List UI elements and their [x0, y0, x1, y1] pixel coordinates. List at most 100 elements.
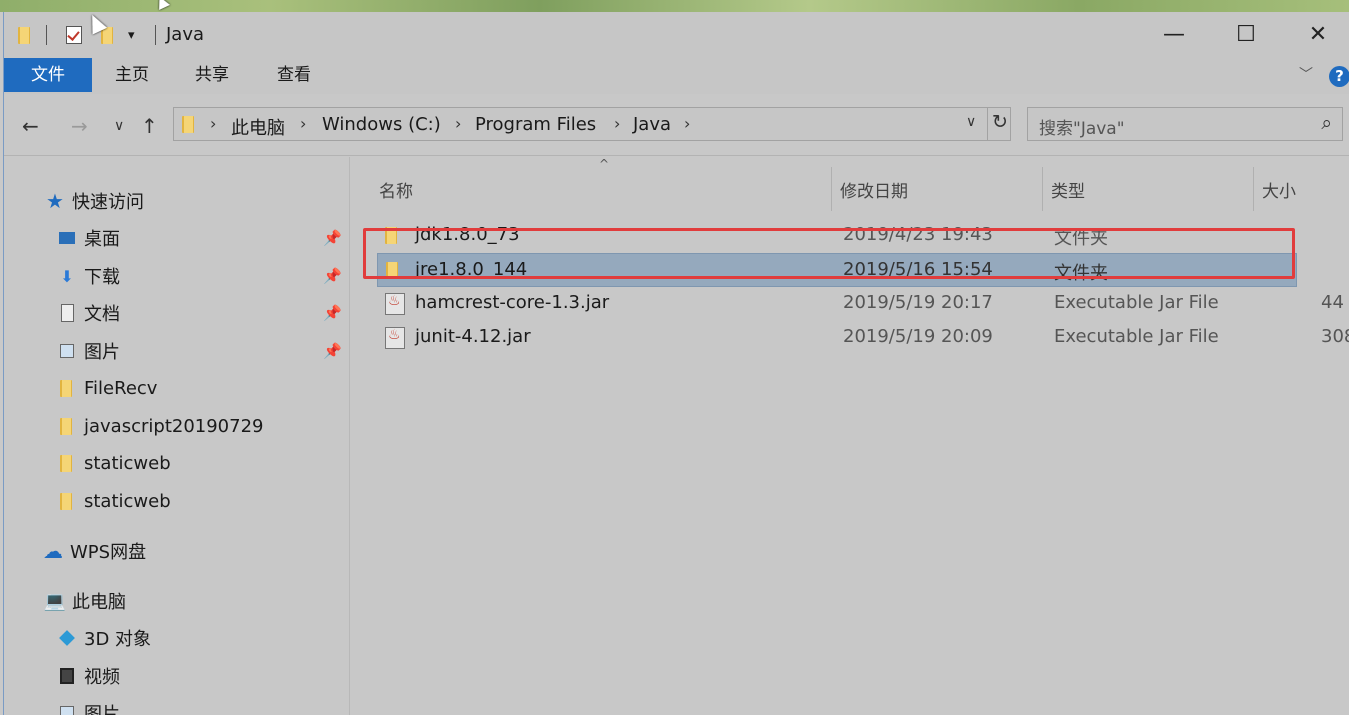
breadcrumb-this-pc[interactable]: 此电脑	[231, 114, 285, 140]
file-size: 308	[1321, 326, 1349, 347]
tab-view[interactable]: 查看	[262, 58, 326, 92]
nav-label: 下载	[84, 267, 120, 288]
pictures-icon	[56, 702, 78, 715]
column-header-type[interactable]: 类型	[1043, 167, 1253, 211]
forward-arrow-icon[interactable]: →	[71, 114, 88, 138]
tab-share[interactable]: 共享	[180, 58, 244, 92]
file-modified: 2019/5/19 20:09	[843, 326, 993, 347]
folder-icon	[385, 225, 399, 245]
file-name: jdk1.8.0_73	[415, 224, 520, 245]
nav-item-javascript20190729[interactable]: javascript20190729	[56, 410, 264, 442]
java-jar-icon	[385, 327, 405, 349]
document-icon	[56, 302, 78, 324]
window-title: Java	[166, 24, 205, 45]
file-type: Executable Jar File	[1054, 326, 1219, 347]
nav-label: 桌面	[84, 229, 120, 250]
file-size: 44	[1321, 292, 1344, 313]
folder-icon	[18, 25, 32, 45]
chevron-right-icon[interactable]: ›	[614, 114, 620, 133]
search-icon[interactable]: ⌕	[1321, 112, 1332, 134]
column-header-name[interactable]: 名称	[371, 167, 831, 211]
desktop-icon	[56, 227, 78, 249]
pin-icon[interactable]: 📌	[323, 342, 342, 360]
pin-icon[interactable]: 📌	[323, 229, 342, 247]
file-name: jre1.8.0_144	[415, 259, 528, 280]
tab-file[interactable]: 文件	[4, 58, 92, 92]
nav-item-staticweb[interactable]: staticweb	[56, 485, 171, 517]
breadcrumb-java[interactable]: Java	[633, 114, 671, 135]
chevron-right-icon[interactable]: ›	[455, 114, 461, 133]
address-bar[interactable]: › 此电脑 › Windows (C:) › Program Files › J…	[173, 107, 1011, 141]
recent-locations-icon[interactable]: ∨	[114, 118, 124, 134]
tab-home[interactable]: 主页	[100, 58, 164, 92]
expand-ribbon-icon[interactable]: ﹀	[1299, 64, 1313, 84]
java-jar-icon	[385, 293, 405, 315]
refresh-icon[interactable]: ↻	[992, 111, 1008, 133]
nav-label: 文档	[84, 304, 120, 325]
toolbar-separator	[46, 25, 47, 45]
up-arrow-icon[interactable]: ↑	[141, 114, 158, 138]
nav-item-3d-objects[interactable]: 3D 对象	[56, 622, 151, 654]
nav-label: WPS网盘	[70, 542, 147, 563]
properties-icon[interactable]	[66, 26, 82, 44]
file-type: Executable Jar File	[1054, 292, 1219, 313]
nav-quick-access[interactable]: ★ 快速访问	[44, 185, 144, 217]
close-button[interactable]: ✕	[1282, 12, 1349, 56]
file-row[interactable]: hamcrest-core-1.3.jar 2019/5/19 20:17 Ex…	[377, 287, 1344, 321]
column-header-size[interactable]: 大小	[1254, 167, 1349, 211]
file-row-selected[interactable]: jre1.8.0_144 2019/5/16 15:54 文件夹	[377, 253, 1297, 287]
search-placeholder: 搜索"Java"	[1039, 119, 1125, 139]
file-row[interactable]: jdk1.8.0_73 2019/4/23 19:43 文件夹	[377, 219, 1297, 253]
breadcrumb-windows-c[interactable]: Windows (C:)	[322, 114, 441, 135]
toolbar-separator	[155, 25, 156, 45]
chevron-right-icon[interactable]: ›	[684, 114, 690, 133]
breadcrumb-program-files[interactable]: Program Files	[475, 114, 596, 135]
nav-item-videos[interactable]: 视频	[56, 660, 120, 692]
nav-label: staticweb	[84, 490, 171, 512]
nav-this-pc[interactable]: 💻 此电脑	[44, 585, 126, 617]
folder-icon	[182, 114, 196, 134]
pin-icon[interactable]: 📌	[323, 304, 342, 322]
pictures-icon	[56, 340, 78, 362]
download-icon: ⬇	[60, 266, 74, 286]
nav-item-downloads[interactable]: ⬇ 下载	[56, 260, 120, 292]
help-icon[interactable]: ?	[1329, 66, 1349, 87]
file-type: 文件夹	[1054, 263, 1108, 284]
file-explorer-window: ▾ Java — ☐ ✕ 文件 主页 共享 查看 ﹀ ? ← → ∨ ↑ › 此…	[3, 12, 1349, 715]
nav-label: FileRecv	[84, 377, 158, 399]
navigation-pane: ★ 快速访问 桌面 📌 ⬇ 下载 📌 文档 📌 图片 📌 FileRecv ja…	[4, 157, 350, 715]
column-header-modified[interactable]: 修改日期	[832, 167, 1042, 211]
minimize-button[interactable]: —	[1138, 12, 1210, 56]
nav-label: javascript20190729	[84, 415, 264, 437]
nav-label: 图片	[84, 342, 120, 363]
video-icon	[56, 665, 78, 687]
address-dropdown-icon[interactable]: ∨	[966, 114, 976, 130]
file-modified: 2019/4/23 19:43	[843, 224, 993, 245]
chevron-right-icon[interactable]: ›	[300, 114, 306, 133]
nav-item-filerecv[interactable]: FileRecv	[56, 372, 157, 404]
folder-icon	[386, 260, 400, 280]
maximize-button[interactable]: ☐	[1210, 12, 1282, 56]
nav-item-pictures[interactable]: 图片	[56, 335, 120, 367]
nav-item-pictures-pc[interactable]: 图片	[56, 697, 120, 715]
file-row[interactable]: junit-4.12.jar 2019/5/19 20:09 Executabl…	[377, 321, 1349, 355]
chevron-right-icon[interactable]: ›	[210, 114, 216, 133]
customize-toolbar-icon[interactable]: ▾	[128, 24, 135, 46]
3d-objects-icon	[56, 627, 78, 649]
minimize-icon: —	[1163, 21, 1185, 47]
navigation-bar: ← → ∨ ↑ › 此电脑 › Windows (C:) › Program F…	[4, 94, 1349, 156]
nav-item-desktop[interactable]: 桌面	[56, 222, 120, 254]
nav-item-staticweb[interactable]: staticweb	[56, 447, 171, 479]
search-box[interactable]: 搜索"Java" ⌕	[1027, 107, 1343, 141]
quick-access-toolbar	[18, 24, 32, 46]
pin-icon[interactable]: 📌	[323, 267, 342, 285]
file-modified: 2019/5/16 15:54	[843, 259, 993, 280]
nav-wps-cloud[interactable]: ☁ WPS网盘	[42, 535, 146, 567]
file-name: hamcrest-core-1.3.jar	[415, 292, 610, 313]
computer-icon: 💻	[43, 590, 67, 612]
nav-label: 视频	[84, 667, 120, 688]
nav-item-documents[interactable]: 文档	[56, 297, 120, 329]
nav-label: 3D 对象	[84, 629, 152, 650]
folder-icon	[56, 452, 78, 474]
back-arrow-icon[interactable]: ←	[22, 114, 39, 138]
